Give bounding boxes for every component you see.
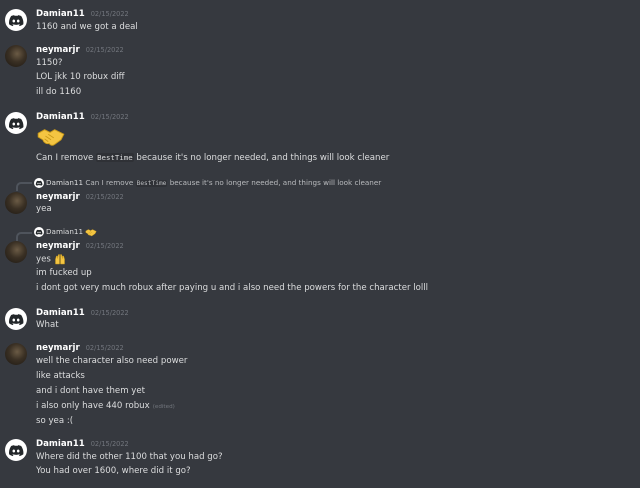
message-text: You had over 1600, where did it go? <box>36 466 191 476</box>
timestamp: 02/15/2022 <box>90 309 129 317</box>
message-header: neymarjr 02/15/2022 <box>36 45 124 55</box>
message-text: so yea :( <box>36 416 74 426</box>
username[interactable]: Damian11 <box>36 112 85 122</box>
text-segment: Can I remove <box>36 153 97 163</box>
message-header: neymarjr 02/15/2022 <box>36 343 124 353</box>
inline-code: BestTime <box>135 180 168 187</box>
raised-hands-emoji-icon <box>54 254 65 265</box>
message-text: 1150? <box>36 58 63 68</box>
message-text: like attacks <box>36 371 85 381</box>
edited-label: (edited) <box>152 404 175 410</box>
avatar[interactable] <box>5 343 27 365</box>
message-text: LOL jkk 10 robux diff <box>36 72 125 82</box>
timestamp: 02/15/2022 <box>90 10 129 18</box>
timestamp: 02/15/2022 <box>85 344 124 352</box>
message-text: ill do 1160 <box>36 87 82 97</box>
text-segment: because it's no longer needed, and thing… <box>133 153 390 163</box>
handshake-emoji-icon <box>85 228 97 236</box>
message-header: Damian11 02/15/2022 <box>36 308 129 318</box>
inline-code: BestTime <box>96 153 134 162</box>
discord-logo-icon <box>34 178 44 188</box>
message-text: im fucked up <box>36 268 92 278</box>
handshake-emoji-icon <box>37 129 65 146</box>
reply-text: Can I remove <box>85 178 136 187</box>
message-text: yes <box>36 253 66 265</box>
text-segment: yes <box>36 254 51 265</box>
message-text: yea <box>36 204 52 214</box>
username[interactable]: neymarjr <box>36 343 80 353</box>
message-text: and i dont have them yet <box>36 386 146 396</box>
discord-logo-icon <box>5 439 27 461</box>
message-text: well the character also need power <box>36 356 188 366</box>
message-header: Damian11 02/15/2022 <box>36 9 129 19</box>
message-text: i also only have 440 robux (edited) <box>36 401 175 411</box>
username[interactable]: Damian11 <box>36 308 85 318</box>
username[interactable]: neymarjr <box>36 192 80 202</box>
username[interactable]: neymarjr <box>36 45 80 55</box>
text-segment: i also only have 440 robux <box>36 401 150 411</box>
message-text: i dont got very much robux after paying … <box>36 283 429 293</box>
reply-connector <box>16 232 32 241</box>
reply-preview[interactable]: Damian11 <box>34 227 97 237</box>
reply-author: Damian11 <box>46 178 84 187</box>
message-header: Damian11 02/15/2022 <box>36 112 129 122</box>
message-text: 1160 and we got a deal <box>36 22 138 32</box>
message-header: neymarjr 02/15/2022 <box>36 241 124 251</box>
message-text: Can I remove BestTime because it's no lo… <box>36 153 389 163</box>
reply-text: because it's no longer needed, and thing… <box>167 178 382 187</box>
timestamp: 02/15/2022 <box>90 440 129 448</box>
avatar[interactable] <box>5 439 27 461</box>
avatar[interactable] <box>5 112 27 134</box>
timestamp: 02/15/2022 <box>85 46 124 54</box>
avatar[interactable] <box>5 45 27 67</box>
timestamp: 02/15/2022 <box>85 193 124 201</box>
avatar[interactable] <box>5 192 27 214</box>
reply-connector <box>16 182 32 191</box>
username[interactable]: Damian11 <box>36 439 85 449</box>
reply-preview[interactable]: Damian11 Can I remove BestTime because i… <box>34 178 381 188</box>
reply-author: Damian11 <box>46 227 84 236</box>
message-text: What <box>36 320 59 330</box>
timestamp: 02/15/2022 <box>85 242 124 250</box>
avatar[interactable] <box>5 308 27 330</box>
discord-logo-icon <box>34 227 44 237</box>
timestamp: 02/15/2022 <box>90 113 129 121</box>
username[interactable]: Damian11 <box>36 9 85 19</box>
message-text: Where did the other 1100 that you had go… <box>36 452 223 462</box>
discord-logo-icon <box>5 112 27 134</box>
message-header: Damian11 02/15/2022 <box>36 439 129 449</box>
discord-logo-icon <box>5 308 27 330</box>
avatar[interactable] <box>5 241 27 263</box>
username[interactable]: neymarjr <box>36 241 80 251</box>
message-header: neymarjr 02/15/2022 <box>36 192 124 202</box>
avatar[interactable] <box>5 9 27 31</box>
discord-logo-icon <box>5 9 27 31</box>
